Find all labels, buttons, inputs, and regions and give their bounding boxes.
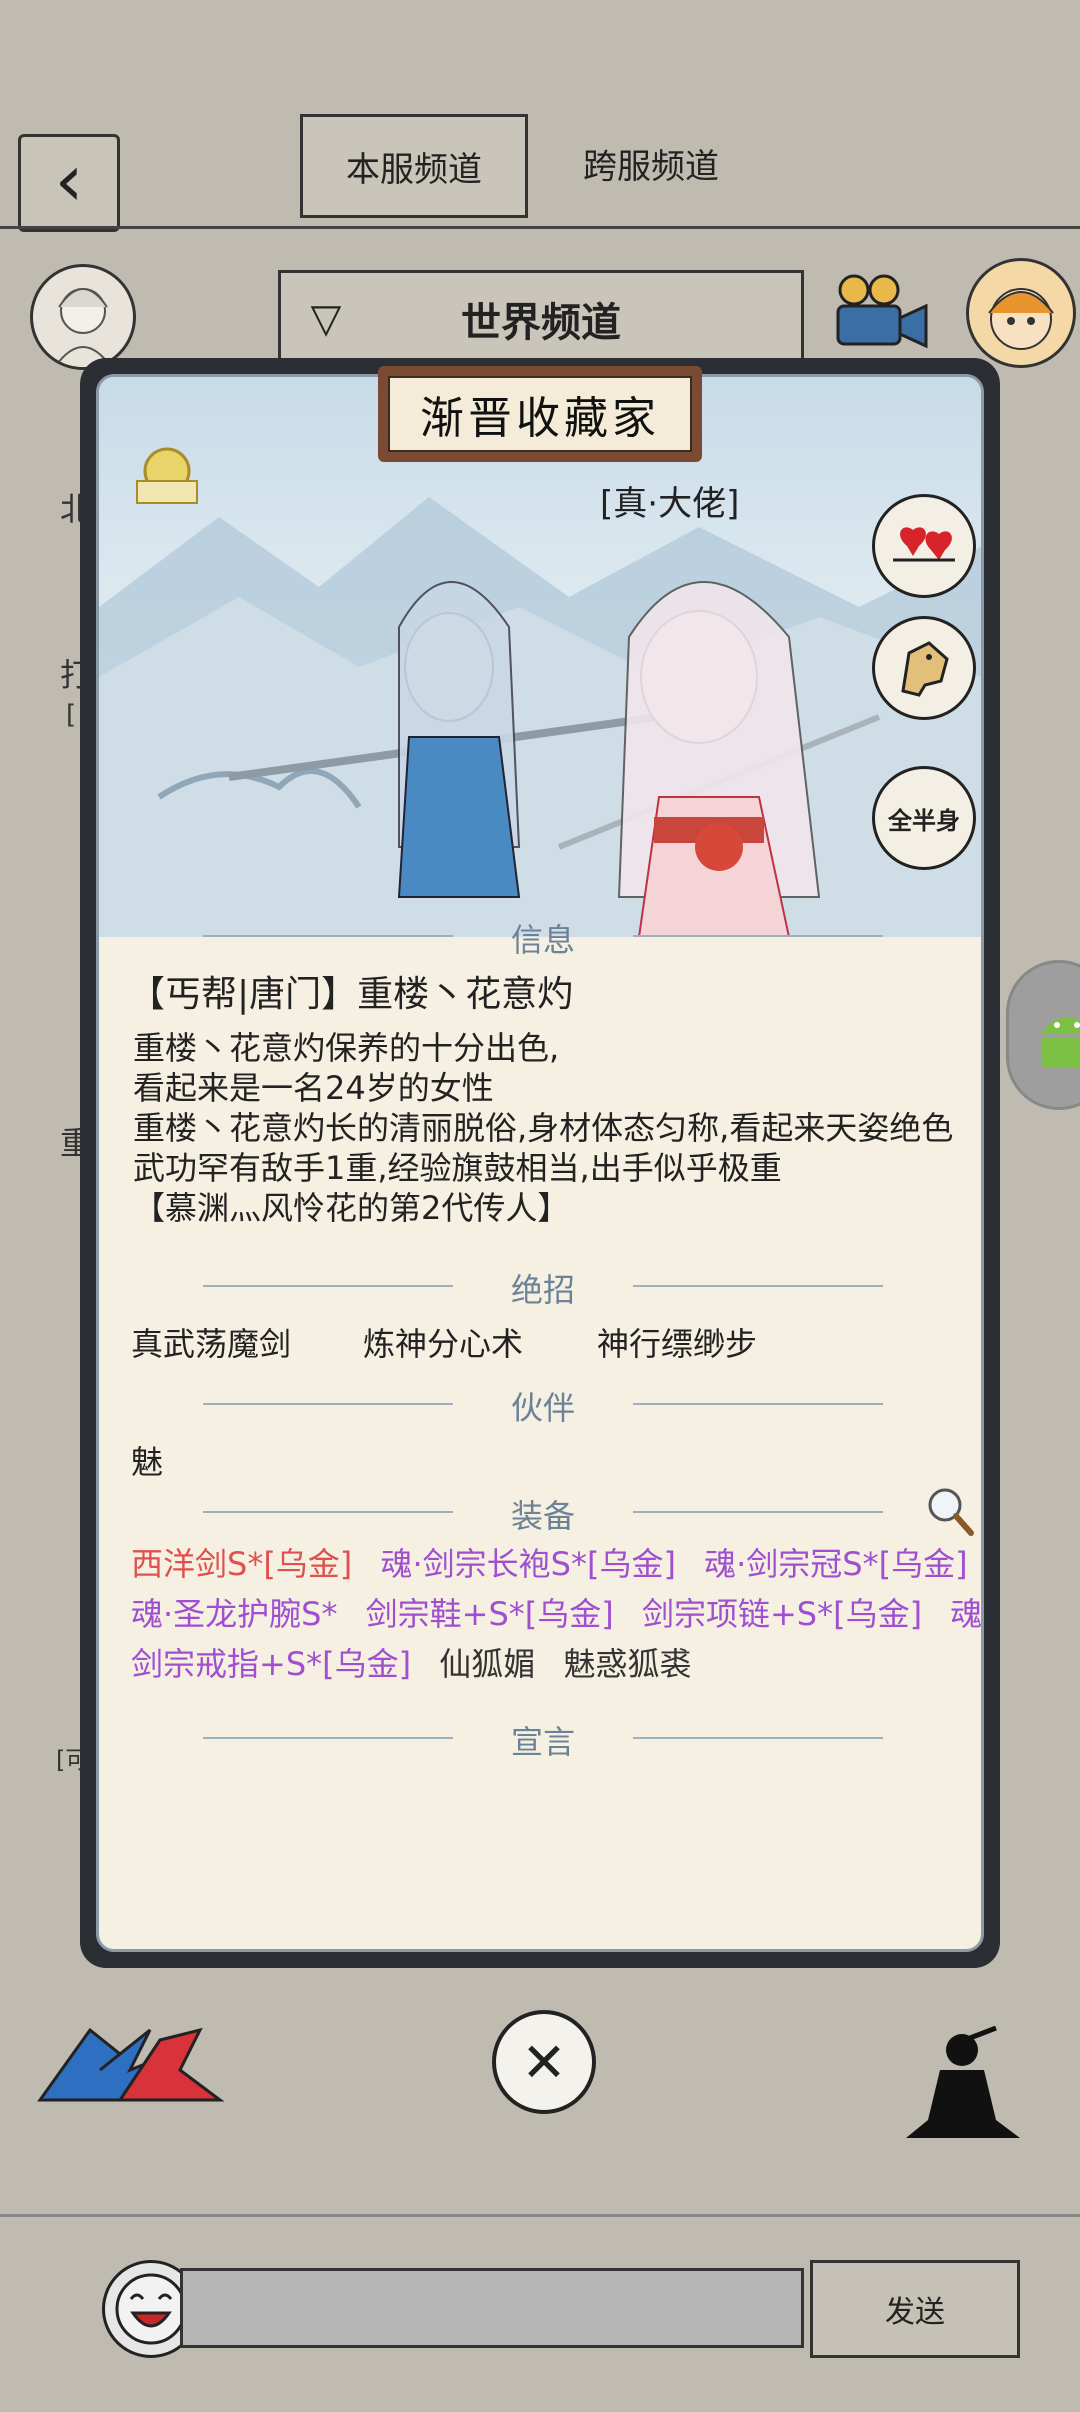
equipment-item[interactable]: 剑宗鞋+S*[乌金]: [366, 1595, 614, 1633]
tab-label: 本服频道: [346, 149, 482, 190]
meditating-figure-icon: [906, 2025, 1020, 2138]
video-camera-button[interactable]: [828, 268, 934, 358]
section-info-label: 信息: [510, 921, 575, 959]
close-button[interactable]: ✕: [492, 2010, 596, 2114]
partner-name[interactable]: 魅: [131, 1437, 163, 1483]
send-button[interactable]: 发送: [810, 2260, 1020, 2358]
tab-cross-server[interactable]: 跨服频道: [540, 114, 762, 212]
section-heading-partner: 伙伴: [99, 1383, 981, 1429]
channel-label: 世界频道: [461, 300, 621, 346]
profile-modal: 信息 【丐帮|唐门】重楼丶花意灼 重楼丶花意灼保养的十分出色, 看起来是一名24…: [96, 374, 984, 1952]
npc-avatar-button[interactable]: [966, 258, 1076, 368]
crossed-fighters-icon: [37, 2027, 225, 2102]
equipment-item[interactable]: 魂·剑宗长袍S*[乌金]: [380, 1545, 675, 1583]
tab-label: 跨服频道: [583, 146, 719, 187]
hearts-button[interactable]: [872, 494, 976, 598]
section-declaration-label: 宣言: [510, 1723, 575, 1761]
equipment-item[interactable]: 仙狐媚: [439, 1645, 535, 1683]
equipment-row: 魂·圣龙护腕S* 剑宗鞋+S*[乌金] 剑宗项链+S*[乌金] 魂·: [131, 1591, 981, 1637]
meditate-button[interactable]: [900, 2025, 1030, 2150]
guild-emblem-icon: [136, 447, 198, 504]
equipment-item[interactable]: 西洋剑S*[乌金]: [131, 1545, 352, 1583]
video-camera-icon: [836, 274, 928, 349]
horse-button[interactable]: [872, 616, 976, 720]
magnifier-button[interactable]: [921, 1483, 977, 1539]
girl-face-icon: [988, 288, 1054, 350]
back-chevron-icon: ‹: [54, 138, 84, 222]
header-divider: [0, 226, 1080, 229]
equipment-item[interactable]: 魂·: [950, 1595, 981, 1633]
equipment-item[interactable]: 剑宗项链+S*[乌金]: [642, 1595, 922, 1633]
floating-assistant-button[interactable]: [1006, 960, 1080, 1110]
character-name: 【丐帮|唐门】重楼丶花意灼: [129, 974, 574, 1015]
full-half-body-button[interactable]: 全半身: [872, 766, 976, 870]
rank-label: [真·大佬]: [600, 484, 740, 524]
full-half-body-icon: 全半身: [888, 805, 960, 835]
section-heading-declaration: 宣言: [99, 1717, 981, 1763]
send-label: 发送: [885, 2295, 945, 2330]
title-text: 渐晋收藏家: [388, 376, 692, 452]
equipment-row: 剑宗戒指+S*[乌金] 仙狐媚 魅惑狐裘: [131, 1641, 981, 1687]
battle-button[interactable]: [30, 2010, 230, 2110]
section-equipment-label: 装备: [510, 1497, 575, 1535]
guild-emblem: [127, 441, 207, 513]
close-x-icon: ✕: [521, 2030, 567, 2094]
hearts-icon: [893, 527, 955, 562]
channel-dropdown[interactable]: ▽ 世界频道: [278, 270, 804, 368]
skill-item[interactable]: 炼神分心术: [363, 1319, 523, 1365]
section-heading-skills: 绝招: [99, 1265, 981, 1311]
skill-item[interactable]: 神行缥缈步: [597, 1319, 757, 1365]
equipment-item[interactable]: 魂·圣龙护腕S*: [131, 1595, 338, 1633]
section-partner-label: 伙伴: [510, 1389, 575, 1427]
skill-item[interactable]: 真武荡魔剑: [131, 1319, 291, 1365]
bg-peek-text: [: [66, 700, 77, 730]
magnifier-icon: [928, 1488, 974, 1536]
section-heading-equipment: 装备: [99, 1491, 981, 1537]
section-skills-label: 绝招: [510, 1271, 575, 1309]
horse-icon: [901, 641, 949, 697]
bottom-divider: [0, 2214, 1080, 2217]
chat-input[interactable]: [180, 2268, 804, 2348]
avatar-portrait-icon: [54, 288, 112, 367]
info-line: 【慕渊灬风怜花的第2代传人】: [133, 1189, 570, 1227]
tab-local-server[interactable]: 本服频道: [300, 114, 528, 218]
android-robot-icon: [1041, 1017, 1080, 1067]
equipment-item[interactable]: 魂·剑宗冠S*[乌金]: [704, 1545, 967, 1583]
equipment-row: 西洋剑S*[乌金] 魂·剑宗长袍S*[乌金] 魂·剑宗冠S*[乌金]: [131, 1541, 981, 1587]
triangle-down-icon: ▽: [310, 296, 342, 342]
title-plaque: 渐晋收藏家: [378, 366, 702, 462]
equipment-item[interactable]: 剑宗戒指+S*[乌金]: [131, 1645, 411, 1683]
equipment-item[interactable]: 魅惑狐裘: [563, 1645, 691, 1683]
player-avatar[interactable]: [30, 264, 136, 370]
laughing-face-icon: [115, 2273, 187, 2345]
section-heading-info: 信息: [99, 915, 981, 961]
back-button[interactable]: ‹: [18, 134, 120, 232]
